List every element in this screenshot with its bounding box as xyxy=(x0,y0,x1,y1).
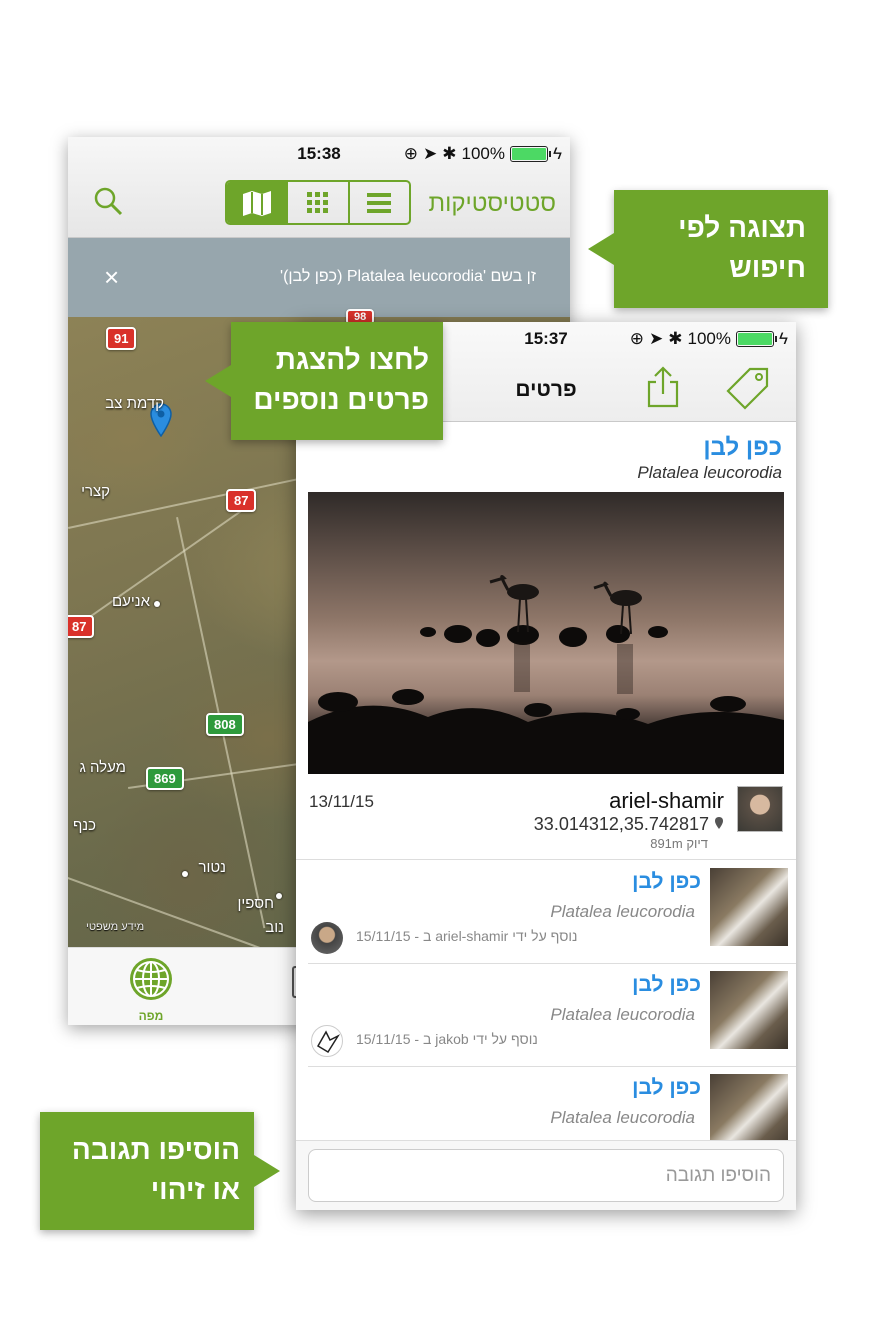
coords-value: 33.014312,35.742817 xyxy=(533,814,709,834)
legal-link[interactable]: מידע משפטי xyxy=(86,921,144,933)
location-accuracy: דיוק 891m xyxy=(650,836,708,851)
grid-view-button[interactable] xyxy=(286,182,347,223)
town-dot xyxy=(182,871,188,877)
identification-latin-name: Platalea leucorodia xyxy=(550,1108,695,1127)
bluetooth-icon: ✱ xyxy=(442,144,457,163)
charging-icon: ϟ xyxy=(553,144,562,163)
charging-icon: ϟ xyxy=(779,329,788,348)
identification-common-name: כפן לבן xyxy=(632,973,701,996)
user-avatar[interactable] xyxy=(737,786,783,832)
road-shield: 869 xyxy=(146,767,184,790)
town-label: כנף xyxy=(72,817,96,834)
filter-text: זן בשם 'Platalea leucorodia (כפן לבן)' xyxy=(280,268,536,285)
rotation-lock-icon: ⊕ xyxy=(403,144,419,163)
search-icon xyxy=(94,187,123,216)
callout-search-view: תצוגה לפי חיפוש xyxy=(588,190,828,308)
location-pin-icon xyxy=(715,817,723,829)
list-icon xyxy=(367,192,392,213)
callout-more-details: לחצו להצגת פרטים נוספים xyxy=(205,322,443,440)
map-road xyxy=(68,472,323,529)
tab-map-label: מפה xyxy=(138,1009,164,1023)
observation-photo[interactable] xyxy=(308,492,784,774)
identification-latin-name: Platalea leucorodia xyxy=(550,902,695,921)
observation-date: 13/11/15 xyxy=(309,792,374,811)
identification-thumb xyxy=(710,971,788,1049)
battery-icon xyxy=(510,146,551,162)
search-button[interactable] xyxy=(92,185,124,222)
status-bar: 15:38 ⊕ ➤ ✱ 100% ϟ xyxy=(68,137,570,169)
view-segmented-control xyxy=(225,180,411,225)
town-label: מעלה ג xyxy=(79,759,126,776)
battery-percent: 100% xyxy=(687,329,731,348)
callout-pointer xyxy=(205,365,231,397)
identification-row[interactable]: כפן לבן Platalea leucorodia נוסף על ידי … xyxy=(296,963,796,1066)
close-filter-icon[interactable]: × xyxy=(104,262,119,293)
identification-row[interactable]: כפן לבן Platalea leucorodia נוסף על ידי … xyxy=(296,860,796,963)
tab-map[interactable]: מפה xyxy=(126,956,176,1023)
globe-icon xyxy=(130,958,172,1000)
callout-text: תצוגה לפי חיפוש xyxy=(678,212,806,283)
town-label: חספין xyxy=(237,895,274,912)
road-shield: 808 xyxy=(206,713,244,736)
town-label: קדמת צב xyxy=(105,395,164,412)
comment-input[interactable]: הוסיפו תגובה xyxy=(308,1149,784,1202)
road-shield: 91 xyxy=(106,327,137,350)
identification-latin-name: Platalea leucorodia xyxy=(550,1005,695,1024)
callout-text: הוסיפו תגובה או זיהוי xyxy=(71,1134,240,1205)
bluetooth-icon: ✱ xyxy=(668,329,683,348)
location-icon: ➤ xyxy=(649,329,664,348)
callout-add-comment: הוסיפו תגובה או זיהוי xyxy=(40,1112,280,1230)
location-icon: ➤ xyxy=(423,144,438,163)
grid-icon xyxy=(306,191,328,213)
town-label: נטור xyxy=(198,859,226,876)
identification-meta: נוסף על ידי jakob ב - 15/11/15 xyxy=(356,1031,538,1047)
sketch-avatar-icon xyxy=(316,1030,341,1054)
details-screen: 15:37 ⊕ ➤ ✱ 100% ϟ פרטים כפן לבן Platale… xyxy=(296,322,796,1210)
callout-pointer xyxy=(254,1155,280,1187)
species-latin-name: Platalea leucorodia xyxy=(637,463,782,482)
search-filter-bar: זן בשם 'Platalea leucorodia (כפן לבן)' × xyxy=(68,238,570,317)
observation-coords[interactable]: 33.014312,35.742817 xyxy=(534,814,724,835)
road-shield: 87 xyxy=(226,489,257,512)
identification-thumb xyxy=(710,868,788,946)
comment-bar: הוסיפו תגובה xyxy=(296,1140,796,1210)
avatar xyxy=(311,922,343,954)
map-view-button[interactable] xyxy=(227,182,287,223)
road-shield: 87 xyxy=(68,615,95,638)
identification-meta: נוסף על ידי ariel-shamir ב - 15/11/15 xyxy=(356,928,578,944)
town-label: אניעם xyxy=(111,593,150,610)
map-icon xyxy=(242,190,271,216)
avatar xyxy=(311,1025,343,1057)
identification-common-name: כפן לבן xyxy=(632,1076,701,1099)
callout-text: לחצו להצגת פרטים נוספים xyxy=(253,344,429,415)
identification-common-name: כפן לבן xyxy=(632,870,701,893)
search-header: 15:38 ⊕ ➤ ✱ 100% ϟ סטטיסטיקות xyxy=(68,137,570,238)
species-common-name[interactable]: כפן לבן xyxy=(703,434,782,462)
spoonbill-photo-illustration xyxy=(308,575,784,774)
battery-percent: 100% xyxy=(461,144,505,163)
list-view-button[interactable] xyxy=(347,182,409,223)
town-dot xyxy=(154,601,160,607)
town-label: קצרי xyxy=(81,483,110,500)
battery-icon xyxy=(736,331,777,347)
rotation-lock-icon: ⊕ xyxy=(629,329,645,348)
observation-user[interactable]: ariel-shamir xyxy=(609,788,724,814)
callout-pointer xyxy=(588,233,614,265)
town-dot xyxy=(276,893,282,899)
town-label: נוב xyxy=(265,919,284,936)
statistics-link[interactable]: סטטיסטיקות xyxy=(429,190,556,218)
